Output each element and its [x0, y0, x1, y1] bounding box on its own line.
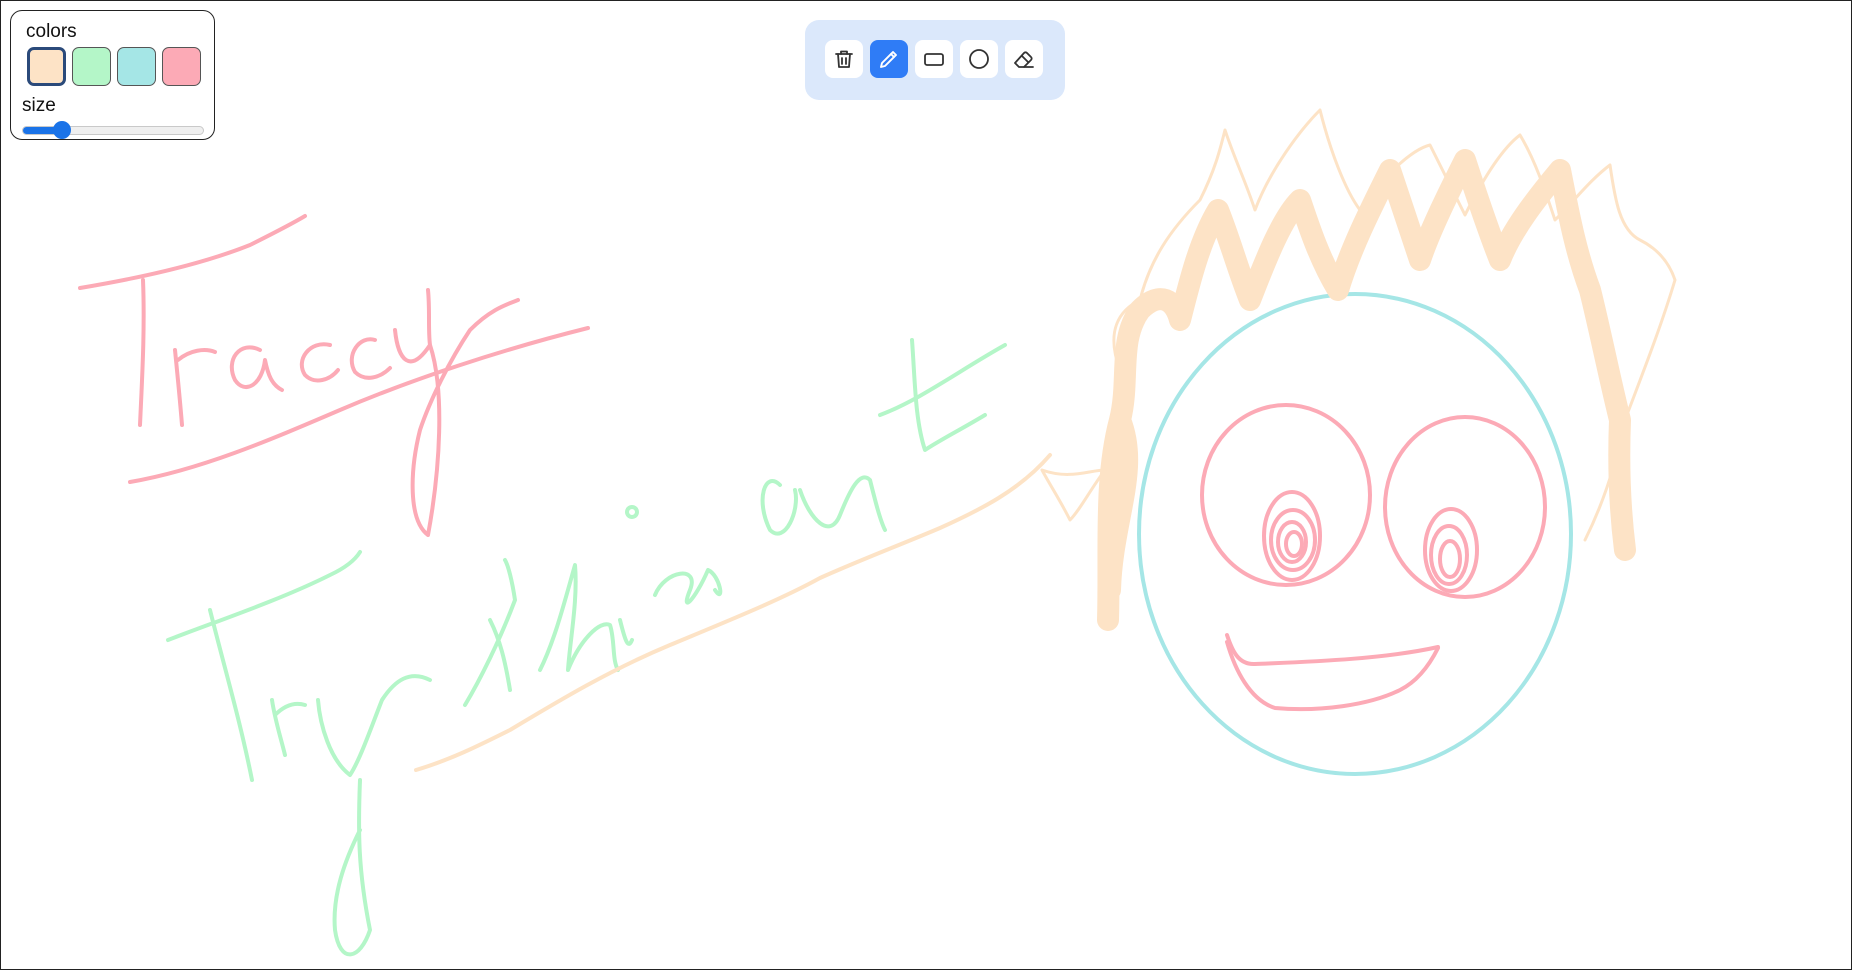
size-label: size	[22, 95, 56, 116]
pencil-tool-button[interactable]	[870, 40, 908, 78]
trash-icon	[835, 50, 853, 68]
mouth	[1225, 633, 1440, 712]
toolbar	[805, 20, 1065, 100]
eraser-tool-button[interactable]	[1005, 40, 1043, 78]
size-slider-track[interactable]	[22, 126, 204, 135]
circle-tool-button[interactable]	[960, 40, 998, 78]
color-swatch-peach[interactable]	[27, 47, 66, 86]
left-eye	[1200, 403, 1372, 587]
color-swatch-teal[interactable]	[117, 47, 156, 86]
color-swatch-pink[interactable]	[162, 47, 201, 86]
try-this-out-scribble	[166, 338, 1007, 957]
right-eye	[1383, 415, 1547, 599]
colors-label: colors	[26, 21, 77, 42]
drawing-canvas[interactable]	[0, 0, 1852, 970]
tracy-scribble	[78, 214, 590, 537]
pencil-icon	[880, 51, 897, 68]
face-circle	[1137, 292, 1573, 776]
rectangle-icon	[924, 53, 944, 66]
circle-icon	[969, 49, 989, 69]
color-swatch-green[interactable]	[72, 47, 111, 86]
delete-button[interactable]	[825, 40, 863, 78]
eraser-icon	[1014, 51, 1034, 68]
style-panel: colors size	[10, 10, 215, 140]
size-slider-thumb[interactable]	[53, 121, 72, 139]
rectangle-tool-button[interactable]	[915, 40, 953, 78]
